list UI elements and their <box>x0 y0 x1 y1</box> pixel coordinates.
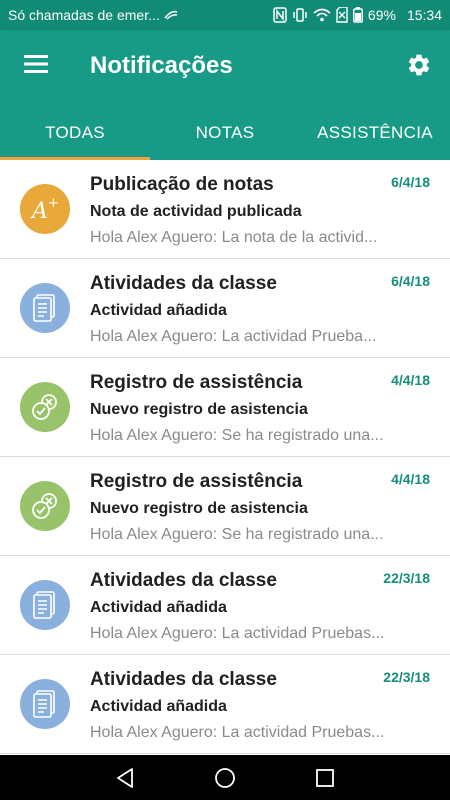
vibrate-icon <box>292 7 308 23</box>
notification-item[interactable]: Registro de assistência Nuevo registro d… <box>0 457 450 556</box>
carrier-text: Só chamadas de emer... <box>8 7 160 23</box>
notification-item[interactable]: Atividades da classe Actividad añadida H… <box>0 259 450 358</box>
notification-item[interactable]: Atividades da classe Actividad añadida H… <box>0 556 450 655</box>
tab-label: TODAS <box>45 122 105 142</box>
battery-icon <box>353 7 363 23</box>
tab-notas[interactable]: NOTAS <box>150 105 300 160</box>
svg-text:A: A <box>30 199 48 222</box>
battery-percent: 69% <box>367 7 396 23</box>
notification-date: 6/4/18 <box>391 273 430 289</box>
notification-date: 4/4/18 <box>391 372 430 388</box>
notification-preview: Hola Alex Aguero: La actividad Pruebas..… <box>90 625 385 642</box>
notification-subtitle: Actividad añadida <box>90 599 227 616</box>
notification-subtitle: Actividad añadida <box>90 302 227 319</box>
grade-icon: A + <box>20 184 70 234</box>
status-right: 69% 15:34 <box>273 7 442 23</box>
attendance-icon <box>20 481 70 531</box>
menu-button[interactable] <box>14 48 58 84</box>
attendance-icon <box>20 382 70 432</box>
system-nav-bar <box>0 755 450 800</box>
document-icon <box>20 679 70 729</box>
settings-button[interactable] <box>398 46 440 88</box>
tab-label: ASSISTÊNCIA <box>317 122 433 142</box>
notification-preview: Hola Alex Aguero: La actividad Prueba... <box>90 328 377 345</box>
svg-text:+: + <box>48 196 59 211</box>
page-title: Notificações <box>90 52 233 79</box>
notification-preview: Hola Alex Aguero: La actividad Pruebas..… <box>90 724 385 741</box>
back-button[interactable] <box>95 755 155 800</box>
notification-preview: Hola Alex Aguero: La nota de la activid.… <box>90 229 378 246</box>
app-bar: Notificações TODAS NOTAS ASSISTÊNCIA <box>0 30 450 160</box>
notification-subtitle: Nuevo registro de asistencia <box>90 401 308 418</box>
wifi-icon <box>313 8 331 22</box>
no-sim-icon <box>336 7 348 23</box>
notification-list: A + Publicação de notas Nota de actividad… <box>0 160 450 755</box>
data-saver-icon <box>164 9 178 21</box>
tab-label: NOTAS <box>195 122 255 142</box>
nfc-icon <box>273 7 287 23</box>
recents-button[interactable] <box>295 755 355 800</box>
notification-subtitle: Actividad añadida <box>90 698 227 715</box>
notification-item[interactable]: Atividades da classe Actividad añadida H… <box>0 655 450 754</box>
notification-title: Publicação de notas <box>90 174 274 195</box>
notification-item[interactable]: A + Publicação de notas Nota de actividad… <box>0 160 450 259</box>
status-left: Só chamadas de emer... <box>8 7 213 23</box>
back-triangle-icon <box>117 767 133 788</box>
gear-icon <box>406 52 432 83</box>
tab-assistencia[interactable]: ASSISTÊNCIA <box>300 105 450 160</box>
document-icon <box>20 283 70 333</box>
notification-preview: Hola Alex Aguero: Se ha registrado una..… <box>90 526 384 543</box>
home-button[interactable] <box>195 755 255 800</box>
status-bar: Só chamadas de emer... 69% 15:34 <box>0 0 450 30</box>
document-icon <box>20 580 70 630</box>
notification-title: Atividades da classe <box>90 669 277 690</box>
notification-date: 4/4/18 <box>391 471 430 487</box>
notification-title: Atividades da classe <box>90 273 277 294</box>
notification-date: 22/3/18 <box>383 570 430 586</box>
home-circle-icon <box>215 767 235 788</box>
clock: 15:34 <box>406 7 442 23</box>
notification-preview: Hola Alex Aguero: Se ha registrado una..… <box>90 427 384 444</box>
notification-date: 22/3/18 <box>383 669 430 685</box>
recents-square-icon <box>316 768 334 787</box>
notification-subtitle: Nota de actividad publicada <box>90 203 302 220</box>
notification-date: 6/4/18 <box>391 174 430 190</box>
notification-item[interactable]: Registro de assistência Nuevo registro d… <box>0 358 450 457</box>
notification-title: Atividades da classe <box>90 570 277 591</box>
notification-title: Registro de assistência <box>90 471 303 492</box>
notification-subtitle: Nuevo registro de asistencia <box>90 500 308 517</box>
hamburger-menu-icon <box>24 54 48 78</box>
notification-title: Registro de assistência <box>90 372 303 393</box>
tab-todas[interactable]: TODAS <box>0 105 150 160</box>
